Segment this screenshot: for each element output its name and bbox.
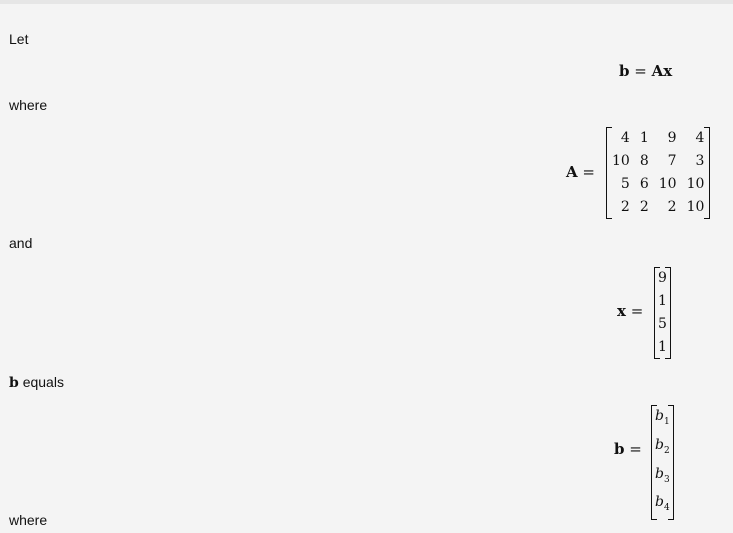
matrix-row: 4194: [607, 127, 709, 150]
eq-sign: =: [634, 62, 647, 80]
vector-cell: b4: [655, 494, 670, 514]
matrix-A: 4 1 9 4 10 8 7 3 5 6 10 10 2 2 2 10: [606, 127, 711, 219]
text-and: and: [9, 235, 33, 251]
vector-x: 9 1 5 1: [654, 267, 671, 359]
equals-text: equals: [22, 374, 64, 390]
matrix-cell: 8: [639, 153, 649, 169]
A-symbol: A: [566, 163, 578, 181]
vector-cell: b3: [655, 465, 670, 485]
matrix-cell: 1: [639, 130, 649, 146]
text-where-1: where: [9, 97, 48, 113]
matrix-cell: 10: [686, 176, 705, 192]
matrix-cell: 6: [639, 176, 649, 192]
vector-cell: 9: [658, 270, 667, 286]
eq-sign: =: [629, 440, 642, 458]
matrix-cell: 2: [620, 199, 630, 215]
b-symbol: b: [9, 375, 19, 391]
vector-cell: 1: [658, 293, 667, 309]
matrix-cell: 3: [695, 153, 705, 169]
matrix-row: 10 8 7 3: [607, 150, 709, 173]
vector-cell: 1: [658, 339, 667, 355]
vector-b: b1 b2 b3 b4: [651, 405, 674, 521]
equation-b-equals-Ax: b = Ax: [619, 62, 672, 80]
matrix-A-label: A =: [566, 163, 595, 181]
matrix-cell: 2: [639, 199, 649, 215]
text-b-equals: b equals: [9, 374, 64, 391]
matrix-cell: 10: [686, 199, 705, 215]
top-border: [0, 0, 733, 4]
vector-cell: b1: [655, 408, 670, 427]
vector-x-label: x =: [617, 302, 643, 320]
x-symbol: x: [617, 302, 626, 320]
matrix-cell: 4: [695, 130, 705, 146]
matrix-cell: 10: [612, 153, 630, 169]
matrix-cell: 9: [667, 130, 677, 146]
eq-sign: =: [630, 302, 644, 320]
matrix-cell: 4: [620, 130, 630, 146]
matrix-row: 5 6 10 10: [607, 173, 709, 196]
matrix-row: 2 2 2 10: [607, 196, 709, 219]
eq-sign: =: [582, 163, 595, 181]
b-symbol: b: [614, 440, 625, 458]
text-where-2: where: [9, 512, 48, 528]
matrix-cell: 5: [620, 176, 630, 192]
matrix-cell: 10: [658, 176, 677, 192]
vector-cell: b2: [655, 436, 670, 456]
eq-rhs: Ax: [651, 62, 673, 80]
text-let: Let: [9, 31, 29, 47]
eq-lhs: b: [619, 62, 630, 80]
vector-cell: 5: [658, 316, 667, 332]
vector-b-label: b =: [614, 440, 642, 458]
matrix-cell: 7: [667, 153, 677, 169]
matrix-cell: 2: [667, 199, 677, 215]
